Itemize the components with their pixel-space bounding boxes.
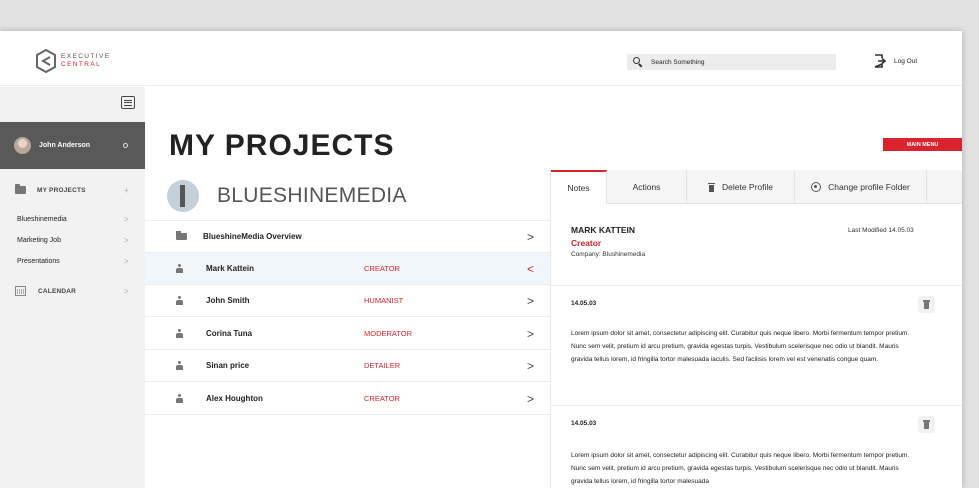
- chevron-right-icon: >: [527, 358, 535, 373]
- chevron-right-icon: >: [527, 326, 535, 341]
- chevron-right-icon: >: [124, 256, 129, 266]
- contact-company: Company: Blushinemedia: [571, 251, 646, 258]
- note-date: 14.05.03: [571, 300, 597, 307]
- person-role: CREATOR: [364, 264, 400, 273]
- contact-role: Creator: [571, 238, 602, 248]
- contact-name: MARK KATTEIN: [571, 225, 636, 235]
- sidebar-item-label: Blueshinemedia: [17, 215, 67, 223]
- person-row[interactable]: Alex Houghton CREATOR >: [145, 383, 550, 415]
- person-row[interactable]: Corina Tuna MODERATOR >: [145, 318, 550, 350]
- contact-info: MARK KATTEIN Creator Company: Blushineme…: [571, 225, 645, 258]
- chevron-right-icon: >: [527, 229, 535, 244]
- divider: [551, 405, 962, 406]
- sidebar-section-projects[interactable]: MY PROJECTS +: [0, 183, 145, 197]
- folder-icon: [176, 231, 187, 240]
- person-name: Alex Houghton: [206, 394, 263, 403]
- person-icon: [176, 329, 183, 338]
- tab-delete-profile[interactable]: Delete Profile: [687, 170, 795, 204]
- chevron-right-icon: >: [124, 235, 129, 245]
- project-overview-row[interactable]: BlueshineMedia Overview >: [145, 221, 550, 253]
- tab-label: Delete Profile: [721, 182, 774, 192]
- person-row[interactable]: Mark Kattein CREATOR <: [145, 253, 550, 285]
- note-text: Lorem ipsum dolor sit amet, consectetur …: [571, 330, 910, 363]
- user-card[interactable]: John Anderson: [0, 122, 145, 169]
- logout-icon: [874, 54, 886, 68]
- sidebar-section-projects-label: MY PROJECTS: [37, 186, 86, 194]
- logout-button[interactable]: Log Out: [874, 54, 917, 68]
- project-header: BLUESHINEMEDIA: [145, 171, 550, 221]
- search-icon[interactable]: [633, 57, 643, 67]
- tab-change-profile-folder[interactable]: Change profile Folder: [795, 170, 927, 204]
- panel-tabs: Notes Actions Delete Profile Change prof…: [551, 170, 962, 204]
- tab-label: Change profile Folder: [828, 182, 910, 192]
- tab-label: Actions: [632, 182, 661, 192]
- last-modified: Last Modified 14.05.03: [848, 227, 914, 234]
- sidebar-item-marketing-job[interactable]: Marketing Job >: [0, 234, 145, 246]
- main-menu-button[interactable]: MAIN MENU: [883, 138, 962, 151]
- project-logo: [167, 179, 199, 212]
- menu-toggle-icon[interactable]: [121, 96, 135, 109]
- status-dot-icon: [123, 143, 128, 148]
- person-name: Corina Tuna: [206, 329, 253, 338]
- delete-note-button[interactable]: [918, 416, 935, 433]
- calendar-icon: [15, 286, 26, 296]
- tab-label: Notes: [567, 183, 590, 193]
- trash-icon: [923, 420, 930, 429]
- page-title: MY PROJECTS: [169, 129, 395, 162]
- sidebar-section-calendar-label: CALENDAR: [38, 287, 77, 295]
- chevron-right-icon: >: [527, 391, 535, 406]
- divider: [551, 285, 962, 286]
- overview-label: BlueshineMedia Overview: [203, 232, 302, 241]
- person-name: John Smith: [206, 296, 250, 305]
- note-date: 14.05.03: [571, 420, 597, 427]
- person-name: Mark Kattein: [206, 264, 255, 273]
- person-role: HUMANIST: [364, 296, 404, 305]
- person-name: Sinan price: [206, 361, 250, 370]
- person-icon: [176, 296, 183, 305]
- person-role: CREATOR: [364, 394, 400, 403]
- top-bar: EXECUTIVE CENTRAL Log Out: [0, 31, 962, 86]
- logo-line-2: CENTRAL: [61, 61, 102, 68]
- folder-icon: [15, 184, 26, 194]
- sidebar-item-presentations[interactable]: Presentations >: [0, 255, 145, 267]
- chevron-left-icon: <: [527, 261, 535, 276]
- person-row[interactable]: John Smith HUMANIST >: [145, 285, 550, 317]
- add-project-icon[interactable]: +: [124, 186, 129, 195]
- chevron-right-icon: >: [124, 214, 129, 224]
- person-row[interactable]: Sinan price DETAILER >: [145, 350, 550, 382]
- person-role: MODERATOR: [364, 329, 413, 338]
- logo-icon: [36, 49, 56, 73]
- trash-icon: [707, 182, 715, 192]
- sidebar-item-blueshinemedia[interactable]: Blueshinemedia >: [0, 213, 145, 225]
- chevron-right-icon: >: [124, 286, 129, 296]
- sidebar: John Anderson MY PROJECTS + Blueshinemed…: [0, 87, 145, 488]
- delete-note-button[interactable]: [918, 296, 935, 313]
- sidebar-item-label: Presentations: [17, 257, 60, 265]
- note-text: Lorem ipsum dolor sit amet, consectetur …: [571, 452, 910, 485]
- search-input[interactable]: [651, 58, 821, 66]
- sidebar-item-label: Marketing Job: [17, 236, 61, 244]
- logout-label: Log Out: [894, 57, 918, 65]
- user-name: John Anderson: [39, 142, 91, 149]
- logo-line-1: EXECUTIVE: [61, 53, 111, 60]
- sidebar-section-calendar[interactable]: CALENDAR >: [0, 284, 145, 298]
- chevron-right-icon: >: [527, 293, 535, 308]
- user-circle-icon: [811, 182, 822, 192]
- logo[interactable]: EXECUTIVE CENTRAL: [35, 49, 110, 73]
- person-icon: [176, 264, 183, 273]
- app-window: EXECUTIVE CENTRAL Log Out John Anderson …: [0, 31, 962, 488]
- person-icon: [176, 394, 183, 403]
- tab-actions[interactable]: Actions: [607, 170, 687, 204]
- tab-notes[interactable]: Notes: [551, 170, 607, 204]
- project-name: BLUESHINEMEDIA: [217, 183, 407, 207]
- profile-panel: Notes Actions Delete Profile Change prof…: [550, 170, 962, 488]
- person-role: DETAILER: [364, 361, 401, 370]
- avatar: [14, 137, 31, 154]
- person-icon: [176, 361, 183, 370]
- search-bar[interactable]: [627, 54, 836, 70]
- logo-text: EXECUTIVE CENTRAL: [61, 53, 110, 69]
- trash-icon: [923, 300, 930, 309]
